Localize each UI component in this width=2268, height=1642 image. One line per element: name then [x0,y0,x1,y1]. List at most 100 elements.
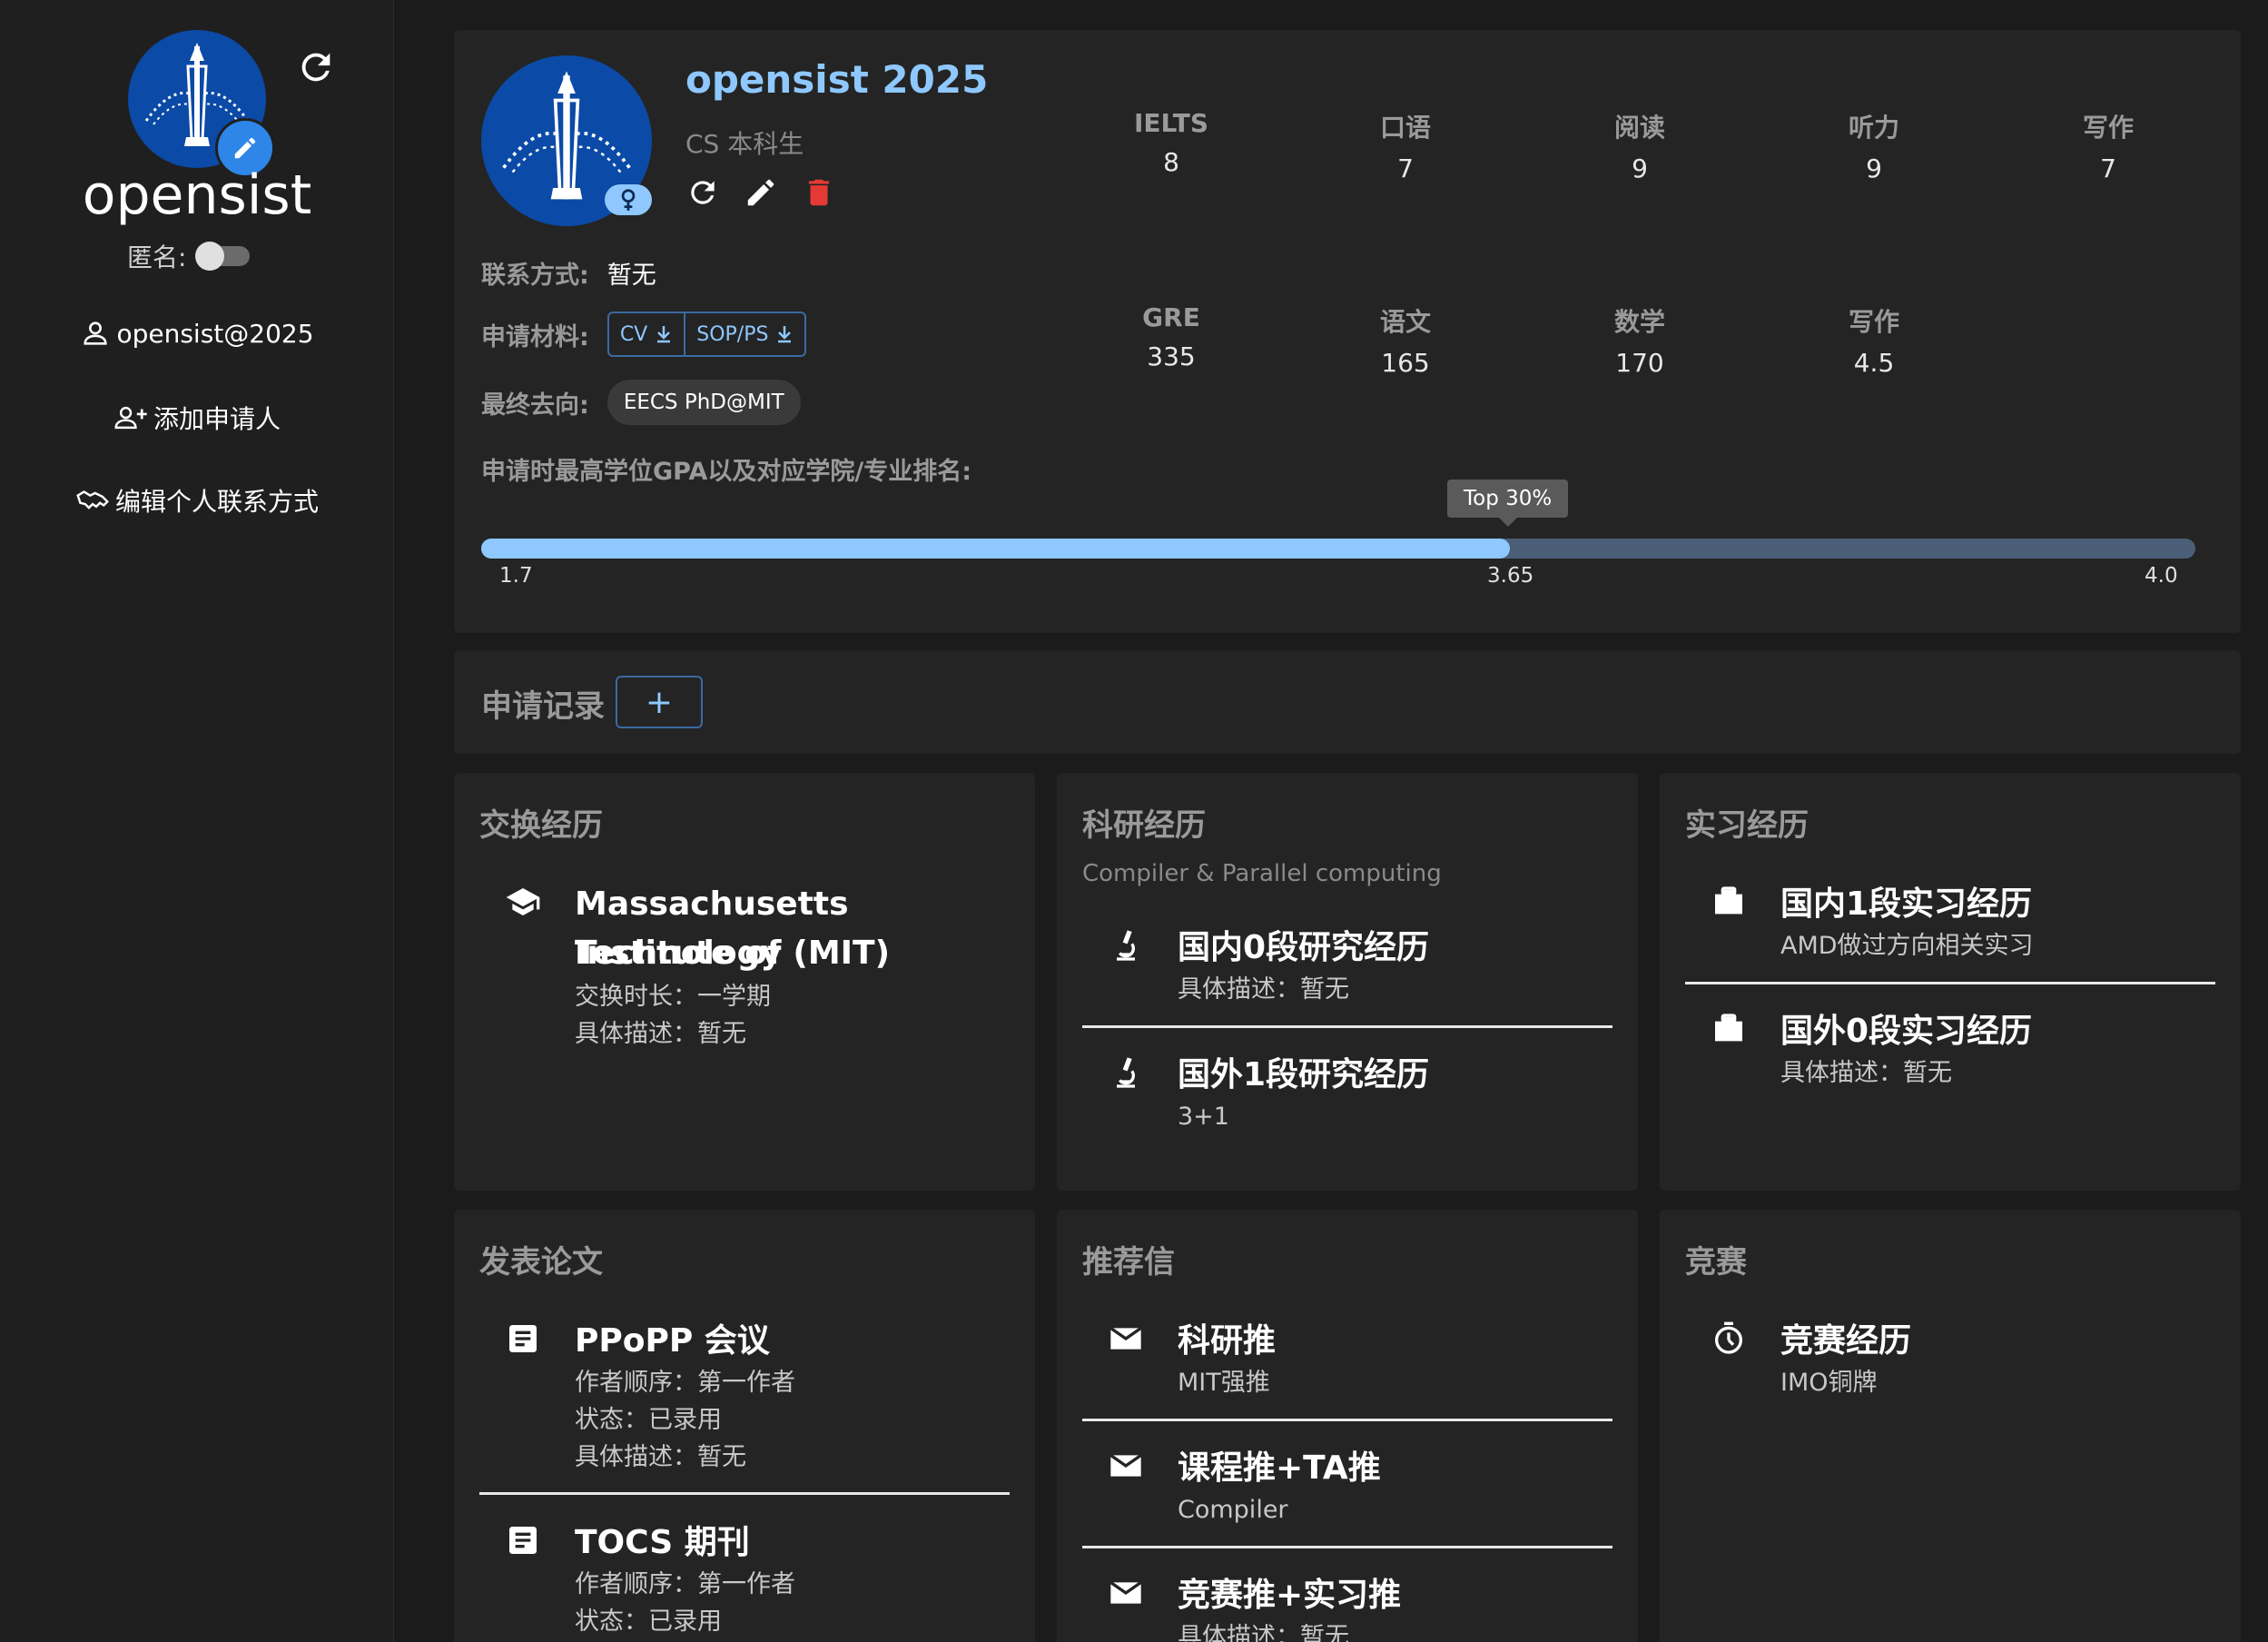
score-value: 4.5 [1853,348,1895,378]
score-label: IELTS [1133,108,1209,138]
papers-title: 发表论文 [479,1244,603,1281]
mail-icon [1109,1453,1142,1477]
refresh-profile-button[interactable] [685,175,720,213]
score-label: GRE [1142,302,1200,332]
gpa-progress-bar [481,539,2195,559]
research-card: 科研经历 Compiler & Parallel computing 国内0段研… [1057,773,1638,1191]
materials-row: 申请材料: CV SOP/PS [481,312,807,357]
handshake-icon [76,490,109,509]
profile-panel: opensist 2025 CS 本科生 IELTS 8 口语 7 阅读 9 听力 9 … [454,30,2241,633]
article-icon [509,1527,537,1554]
materials-group: CV SOP/PS [606,312,807,357]
score-label: 写作 [1848,307,1899,337]
user-icon [84,321,108,345]
sidebar: opensist 匿名: opensist@2025 添加申请人 编辑个人联系方… [0,0,394,1642]
divider [479,1492,1010,1495]
research-subtitle: Compiler & Parallel computing [1082,860,1442,887]
score-value: 165 [1381,348,1430,378]
profile-subtitle: CS 本科生 [685,129,804,159]
score-value: 7 [2100,153,2116,183]
download-icon [657,326,671,343]
pencil-icon [234,137,256,159]
intern-title: 实习经历 [1685,807,1809,844]
sidebar-add-applicant-label: 添加申请人 [153,404,281,434]
score-label: 数学 [1613,307,1665,337]
paper-status: 状态：已录用 [575,1607,722,1636]
gender-badge [605,184,652,215]
exchange-title: 交换经历 [479,807,603,844]
refresh-icon [691,181,715,204]
records-title: 申请记录 [481,688,605,725]
competition-title: 竞赛 [1685,1244,1747,1281]
stopwatch-icon [1715,1321,1742,1354]
score-listening: 听力 9 [1801,108,1947,183]
rank-tooltip: Top 30% [1447,480,1569,527]
intern-item-title: 国外0段实习经历 [1780,1013,2033,1050]
divider [1082,1546,1612,1548]
score-label: 听力 [1848,113,1899,143]
score-value: 8 [1163,147,1179,177]
sidebar-item-email[interactable]: opensist@2025 [0,318,394,349]
sidebar-item-add-applicant[interactable]: 添加申请人 [0,400,394,436]
recommend-item-title: 课程推+TA推 [1178,1449,1381,1487]
graduation-cap-icon [506,888,540,915]
pencil-icon [747,179,774,206]
divider [1082,1025,1612,1028]
papers-card: 发表论文 PPoPP 会议 作者顺序：第一作者 状态：已录用 具体描述：暂无 T… [454,1210,1035,1642]
paper-author: 作者顺序：第一作者 [575,1570,795,1598]
divider [1082,1419,1612,1421]
contact-label: 联系方式: [481,262,589,290]
add-record-button[interactable]: + [616,676,703,728]
destination-row: 最终去向: EECS PhD@MIT [481,380,801,425]
user-name: opensist [82,163,312,227]
destination-label: 最终去向: [481,391,589,420]
score-writing: 写作 7 [2036,108,2181,183]
research-item-title: 国外1段研究经历 [1178,1056,1430,1093]
anonymous-label: 匿名: [127,242,187,272]
paper-title: TOCS 期刊 [575,1524,750,1561]
materials-label: 申请材料: [481,322,589,351]
sidebar-email-label: opensist@2025 [116,318,314,349]
score-quant: 数学 170 [1567,302,1712,378]
gpa-label: 申请时最高学位GPA以及对应学院/专业排名: [481,458,972,486]
paper-title: PPoPP 会议 [575,1322,770,1360]
anonymous-toggle[interactable] [195,242,251,271]
mail-icon [1109,1580,1142,1604]
anonymous-row: 匿名: [127,238,251,274]
refresh-icon [301,53,330,82]
divider [1685,982,2215,984]
recommend-item-title: 竞赛推+实习推 [1178,1577,1402,1614]
download-cv-button[interactable]: CV [609,313,684,355]
score-label: 写作 [2082,113,2134,143]
edit-profile-button[interactable] [744,175,778,213]
score-value: 7 [1397,153,1414,183]
competition-item-desc: IMO铜牌 [1780,1369,1878,1397]
score-gre: GRE 335 [1099,302,1244,371]
recommend-item-desc: 具体描述：暂无 [1178,1623,1349,1642]
exchange-card: 交换经历 Massachusetts Institute of Technolo… [454,773,1035,1191]
recommend-item-desc: Compiler [1178,1496,1288,1524]
profile-actions [685,175,836,213]
sidebar-item-edit-contact[interactable]: 编辑个人联系方式 [0,482,394,519]
female-icon [621,189,636,211]
intern-item-desc: 具体描述：暂无 [1780,1059,1952,1087]
score-ielts: IELTS 8 [1099,108,1244,177]
paper-desc: 具体描述：暂无 [575,1443,746,1471]
contact-row: 联系方式: 暂无 [481,255,656,291]
intern-item-title: 国内1段实习经历 [1780,885,2033,923]
refresh-button[interactable] [292,44,340,91]
delete-profile-button[interactable] [802,175,836,213]
score-value: 9 [1632,153,1648,183]
gpa-min: 1.7 [499,564,533,588]
recommend-item-desc: MIT强推 [1178,1369,1270,1397]
score-label: 口语 [1379,113,1431,143]
score-label: 语文 [1379,307,1431,337]
records-panel: 申请记录 + [454,650,2241,754]
article-icon [509,1325,537,1352]
exchange-school-line2: Technology (MIT) [575,935,891,972]
intern-card: 实习经历 国内1段实习经历 AMD做过方向相关实习 国外0段实习经历 具体描述：… [1660,773,2241,1191]
paper-author: 作者顺序：第一作者 [575,1369,795,1397]
competition-item-title: 竞赛经历 [1780,1322,1912,1360]
download-sop-button[interactable]: SOP/PS [684,313,804,355]
research-item-desc: 具体描述：暂无 [1178,975,1349,1004]
